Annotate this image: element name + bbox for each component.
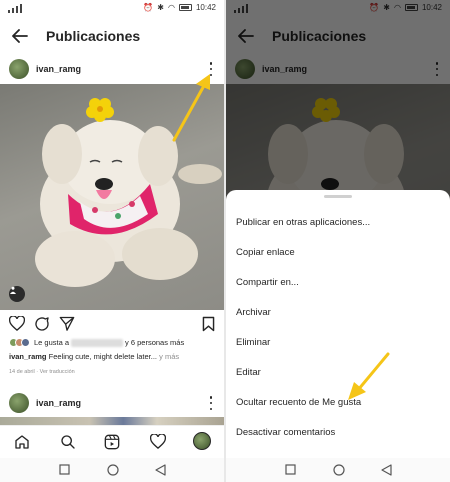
- menu-item-hide-like-count[interactable]: Ocultar recuento de Me gusta: [236, 397, 361, 408]
- avatar[interactable]: [9, 393, 29, 413]
- options-screen: ⏰ ✱ ◠ 10:42 Publicaciones ivan_ramg: [226, 0, 450, 482]
- bookmark-icon[interactable]: [202, 316, 215, 332]
- comment-icon[interactable]: [34, 316, 50, 332]
- caption-more-link[interactable]: y más: [159, 352, 179, 361]
- triangle-icon[interactable]: [155, 464, 166, 476]
- next-post-header: ivan_ramg: [0, 388, 224, 418]
- liker-avatar: [21, 338, 30, 347]
- bluetooth-icon: ✱: [157, 3, 164, 12]
- post-username[interactable]: ivan_ramg: [36, 64, 81, 74]
- likes-summary[interactable]: Le gusta a y 6 personas más: [9, 338, 184, 347]
- arrow-left-icon: [12, 29, 28, 43]
- menu-item-turn-off-comments[interactable]: Desactivar comentarios: [236, 427, 335, 438]
- likes-prefix: Le gusta a: [34, 338, 70, 347]
- menu-item-edit[interactable]: Editar: [236, 367, 261, 378]
- sheet-handle[interactable]: [324, 195, 352, 198]
- search-icon[interactable]: [60, 434, 76, 450]
- more-options-button[interactable]: [208, 396, 214, 410]
- caption-username[interactable]: ivan_ramg: [9, 352, 47, 361]
- square-icon[interactable]: [285, 464, 296, 475]
- post-caption: ivan_ramg Feeling cute, might delete lat…: [9, 352, 179, 361]
- likes-suffix: y 6 personas más: [125, 338, 185, 347]
- profile-avatar[interactable]: [193, 432, 211, 450]
- page-title: Publicaciones: [46, 28, 141, 44]
- like-heart-icon[interactable]: [9, 316, 25, 331]
- status-time: 10:42: [195, 3, 216, 12]
- info-icon[interactable]: [9, 286, 25, 302]
- signal-icon: [8, 4, 22, 13]
- status-bar: ⏰ ✱ ◠ 10:42: [0, 0, 224, 18]
- annotation-arrow: [172, 74, 210, 142]
- system-navigation: [226, 458, 450, 482]
- annotation-arrow: [348, 352, 390, 400]
- square-icon[interactable]: [59, 464, 70, 475]
- post-date-row: 14 de abril · Ver traducción: [9, 369, 75, 375]
- avatar[interactable]: [9, 59, 29, 79]
- reels-icon[interactable]: [104, 434, 120, 450]
- top-bar: Publicaciones: [0, 18, 224, 54]
- post-actions: [0, 313, 224, 337]
- home-icon[interactable]: [14, 434, 30, 450]
- options-sheet: Publicar en otras aplicaciones... Copiar…: [226, 190, 450, 458]
- post-screen: ⏰ ✱ ◠ 10:42 Publicaciones ivan_ramg Le g…: [0, 0, 224, 482]
- circle-icon[interactable]: [333, 464, 345, 476]
- next-post-username[interactable]: ivan_ramg: [36, 398, 81, 408]
- activity-heart-icon[interactable]: [150, 434, 166, 449]
- menu-item-share-other-apps[interactable]: Publicar en otras aplicaciones...: [236, 217, 370, 228]
- bottom-navigation: [0, 425, 224, 458]
- caption-text: Feeling cute, might delete later...: [48, 352, 158, 361]
- menu-item-delete[interactable]: Eliminar: [236, 337, 270, 348]
- back-button[interactable]: [0, 18, 40, 54]
- menu-item-copy-link[interactable]: Copiar enlace: [236, 247, 295, 258]
- triangle-icon[interactable]: [381, 464, 392, 476]
- alarm-icon: ⏰: [143, 3, 154, 12]
- post-date: 14 de abril: [9, 369, 35, 375]
- translation-link[interactable]: Ver traducción: [40, 369, 75, 375]
- circle-icon[interactable]: [107, 464, 119, 476]
- blurred-username: [71, 338, 124, 347]
- menu-item-archive[interactable]: Archivar: [236, 307, 271, 318]
- menu-item-share-to[interactable]: Compartir en...: [236, 277, 299, 288]
- system-navigation: [0, 458, 224, 482]
- wifi-icon: ◠: [167, 3, 175, 12]
- send-icon[interactable]: [59, 316, 75, 331]
- battery-icon: [178, 4, 192, 11]
